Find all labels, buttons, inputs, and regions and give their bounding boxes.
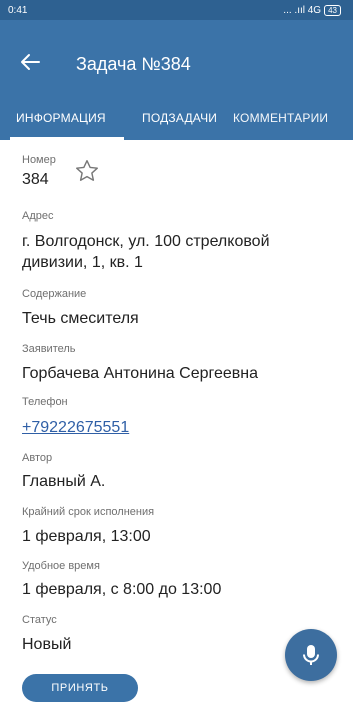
convenient-time-value: 1 февраля, с 8:00 до 13:00 <box>22 581 222 598</box>
address-line-1: г. Волгодонск, ул. 100 стрелковой <box>22 233 270 250</box>
applicant-label: Заявитель <box>22 343 76 355</box>
convenient-time-label: Удобное время <box>22 560 100 572</box>
tab-bar: ИНФОРМАЦИЯ ПОДЗАДАЧИ КОММЕНТАРИИ <box>0 96 353 140</box>
tab-comments[interactable]: КОММЕНТАРИИ <box>229 96 328 140</box>
status-indicators: ... .ııl 4G 43 <box>283 4 341 16</box>
status-value: Новый <box>22 636 72 653</box>
signal-indicator: ... .ııl 4G <box>283 4 322 16</box>
arrow-left-icon <box>21 54 40 70</box>
accept-button[interactable]: ПРИНЯТЬ <box>22 674 138 702</box>
number-label: Номер <box>22 154 56 166</box>
status-time: 0:41 <box>8 4 28 16</box>
content-label: Содержание <box>22 288 87 300</box>
microphone-icon <box>303 645 319 665</box>
voice-input-button[interactable] <box>285 629 337 681</box>
author-label: Автор <box>22 452 53 464</box>
phone-link[interactable]: +79222675551 <box>22 417 129 438</box>
address-line-2: дивизии, 1, кв. 1 <box>22 254 143 271</box>
back-button[interactable] <box>16 50 44 74</box>
app-bar: Задача №384 <box>0 20 353 96</box>
address-label: Адрес <box>22 210 54 222</box>
phone-label: Телефон <box>22 396 68 408</box>
page-title: Задача №384 <box>76 54 191 74</box>
status-bar: 0:41 ... .ııl 4G 43 <box>0 0 353 20</box>
content-value: Течь смесителя <box>22 310 139 327</box>
applicant-value: Горбачева Антонина Сергеевна <box>22 365 259 382</box>
deadline-value: 1 февраля, 13:00 <box>22 528 151 545</box>
tab-information[interactable]: ИНФОРМАЦИЯ <box>0 96 132 140</box>
number-value: 384 <box>22 171 49 188</box>
tab-subtasks[interactable]: ПОДЗАДАЧИ <box>132 96 229 140</box>
author-value: Главный А. <box>22 473 106 490</box>
deadline-label: Крайний срок исполнения <box>22 506 155 518</box>
star-outline-icon[interactable] <box>74 158 100 184</box>
battery-icon: 43 <box>324 4 341 16</box>
status-label: Статус <box>22 614 57 626</box>
